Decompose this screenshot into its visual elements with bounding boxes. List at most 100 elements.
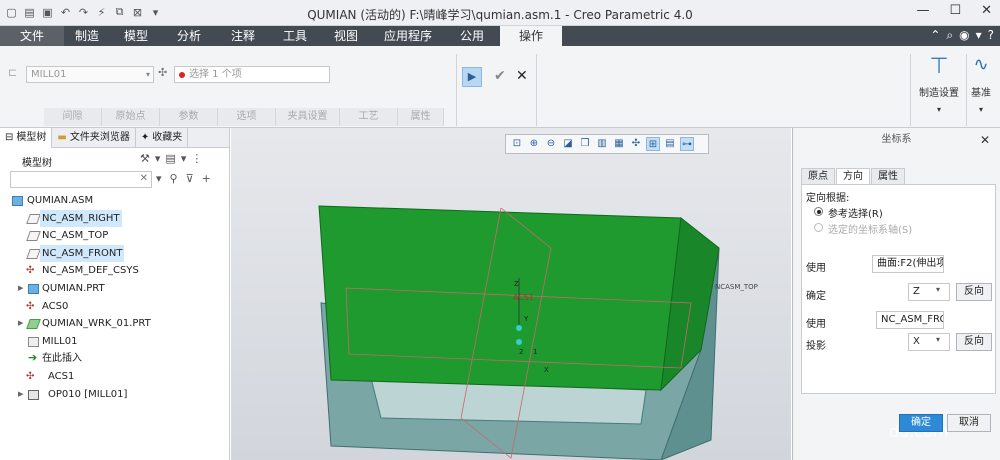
tree-item-label: ACS1: [48, 370, 75, 382]
use1-reference-field[interactable]: 曲面:F2(伸出项: [872, 255, 944, 273]
tab-orientation[interactable]: 方向: [836, 168, 870, 185]
tab-folder-browser[interactable]: ▬ 文件夹浏览器: [52, 128, 136, 148]
list-item[interactable]: ✣ NC_ASM_DEF_CSYS: [0, 262, 229, 280]
tab-properties[interactable]: 属性: [871, 168, 905, 184]
tab-manufacturing[interactable]: 制造: [64, 26, 110, 46]
reverse-button-1[interactable]: 反向: [956, 283, 992, 301]
determine-dropdown-icon[interactable]: ▾: [936, 285, 940, 294]
list-item[interactable]: ✣ ACS1: [0, 368, 229, 386]
radio-reference[interactable]: [814, 207, 823, 216]
list-item[interactable]: ✣ ACS0: [0, 298, 229, 316]
settings-dropdown-icon[interactable]: ▾: [155, 152, 161, 165]
search-icon[interactable]: ⌕: [946, 28, 953, 43]
tab-favorites[interactable]: ✦ 收藏夹: [136, 128, 189, 148]
simulation-icon[interactable]: ⊶: [680, 137, 694, 151]
close-button[interactable]: ✕: [981, 3, 992, 18]
cancel-button[interactable]: 取消: [947, 414, 991, 432]
reverse-button-2[interactable]: 反向: [956, 333, 992, 351]
tab-file[interactable]: 文件: [0, 26, 64, 46]
determine-axis-select[interactable]: Z: [908, 283, 950, 301]
ribbon-divider: [910, 54, 911, 126]
subtab-parameters[interactable]: 参数: [160, 108, 218, 126]
expand-icon[interactable]: ▶: [18, 315, 23, 333]
saved-views-icon[interactable]: ▥: [595, 137, 609, 151]
settings-icon[interactable]: ⚒: [140, 152, 150, 165]
subtab-process[interactable]: 工艺: [340, 108, 398, 126]
community-icon[interactable]: ◉: [959, 28, 969, 43]
mill-combo[interactable]: MILL01: [26, 66, 154, 83]
list-item[interactable]: ▶ QUMIAN.PRT: [0, 280, 229, 298]
dialog-close-icon[interactable]: ✕: [980, 128, 990, 152]
zoom-out-icon[interactable]: ⊖: [544, 137, 558, 151]
axis-y-label: Y: [523, 315, 529, 323]
tab-origin[interactable]: 原点: [801, 168, 835, 184]
project-axis-select[interactable]: X: [908, 333, 950, 351]
ribbon: ⊏ MILL01 ▾ ✣ 选择 1 个项 间隙 原始点 参数 选项 夹具设置 工…: [0, 46, 1000, 128]
csys-icon: ✣: [26, 265, 35, 277]
subtab-properties[interactable]: 属性: [398, 108, 444, 126]
mill-dropdown-icon[interactable]: ▾: [142, 66, 154, 83]
cancel-icon[interactable]: ✕: [516, 68, 528, 84]
show-icon[interactable]: ▤: [165, 152, 175, 165]
list-item[interactable]: ▶ QUMIAN_WRK_01.PRT: [0, 315, 229, 333]
filter-icon[interactable]: ⊽: [186, 172, 194, 185]
zoom-in-icon[interactable]: ⊕: [527, 137, 541, 151]
list-item[interactable]: ➔ 在此插入: [0, 350, 229, 368]
expand-icon[interactable]: ▶: [18, 386, 23, 404]
navigator-panel: ⊟ 模型树 ▬ 文件夹浏览器 ✦ 收藏夹 模型树 ⚒ ▾ ▤ ▾ ⋮ ✕ ▾ ⚲ ⊽ …: [0, 128, 230, 460]
add-icon[interactable]: +: [202, 172, 211, 185]
datum-dropdown-icon[interactable]: ▾: [968, 105, 994, 114]
refit-icon[interactable]: ⊡: [510, 137, 524, 151]
subtab-options[interactable]: 选项: [218, 108, 276, 126]
dropdown-icon[interactable]: ▾: [976, 28, 982, 43]
graphics-viewport[interactable]: ACS1 NCASM_TOP Z Y X 1 2 ⊡ ⊕ ⊖ ◪ ❒ ▥ ▦ ✣…: [231, 128, 791, 460]
tab-operation[interactable]: 操作: [500, 26, 562, 46]
list-item[interactable]: QUMIAN.ASM: [0, 192, 229, 210]
ok-icon[interactable]: ✔: [494, 68, 506, 84]
repaint-icon[interactable]: ◪: [561, 137, 575, 151]
list-item[interactable]: NC_ASM_TOP: [0, 227, 229, 245]
tree-item-label: 在此插入: [42, 353, 82, 365]
tree-filter-icon[interactable]: ⋮: [191, 152, 202, 165]
tab-analysis[interactable]: 分析: [162, 26, 216, 46]
maximize-button[interactable]: ☐: [949, 3, 961, 18]
clear-search-icon[interactable]: ✕: [140, 173, 148, 184]
subtab-start-point[interactable]: 原始点: [102, 108, 160, 126]
list-item[interactable]: NC_ASM_FRONT: [0, 244, 229, 263]
show-dropdown-icon[interactable]: ▾: [181, 152, 187, 165]
expand-icon[interactable]: ▶: [18, 280, 23, 298]
display-style-icon[interactable]: ❒: [578, 137, 592, 151]
tree-item-label: NC_ASM_RIGHT: [40, 209, 122, 228]
tab-common[interactable]: 公用: [444, 26, 500, 46]
use2-reference-field[interactable]: NC_ASM_FRC: [876, 311, 944, 329]
help-icon[interactable]: ?: [988, 28, 994, 43]
list-item[interactable]: NC_ASM_RIGHT: [0, 209, 229, 228]
datum-button[interactable]: ∿ 基准 ▾: [968, 54, 994, 114]
spin-center-icon[interactable]: ▤: [663, 137, 677, 151]
list-item[interactable]: MILL01: [0, 333, 229, 351]
tab-model-tree[interactable]: ⊟ 模型树: [0, 128, 53, 148]
reference-collector[interactable]: 选择 1 个项: [174, 66, 330, 83]
tab-tools[interactable]: 工具: [270, 26, 320, 46]
ok-button[interactable]: 确定: [899, 414, 943, 432]
annotation-display-icon[interactable]: ⊞: [646, 137, 660, 151]
list-item[interactable]: ▶ OP010 [MILL01]: [0, 386, 229, 404]
mfg-setup-button[interactable]: ⊤ 制造设置 ▾: [914, 54, 964, 114]
minimize-button[interactable]: —: [916, 3, 929, 18]
subtab-fixture-setup[interactable]: 夹具设置: [276, 108, 340, 126]
view-manager-icon[interactable]: ▦: [612, 137, 626, 151]
datum-display-icon[interactable]: ✣: [629, 137, 643, 151]
search-dropdown-icon[interactable]: ▾: [156, 172, 162, 185]
mfg-setup-dropdown-icon[interactable]: ▾: [914, 105, 964, 114]
tab-applications[interactable]: 应用程序: [372, 26, 444, 46]
tab-view[interactable]: 视图: [320, 26, 372, 46]
subtab-clearance[interactable]: 间隙: [44, 108, 102, 126]
tab-model[interactable]: 模型: [110, 26, 162, 46]
tree-search-input[interactable]: ✕: [10, 171, 152, 188]
find-icon[interactable]: ⚲: [170, 172, 178, 185]
radio-axes[interactable]: [814, 223, 823, 232]
play-button[interactable]: ▶: [462, 67, 482, 87]
tab-annotate[interactable]: 注释: [216, 26, 270, 46]
collapse-ribbon-icon[interactable]: ⌃: [930, 28, 940, 43]
project-dropdown-icon[interactable]: ▾: [936, 335, 940, 344]
